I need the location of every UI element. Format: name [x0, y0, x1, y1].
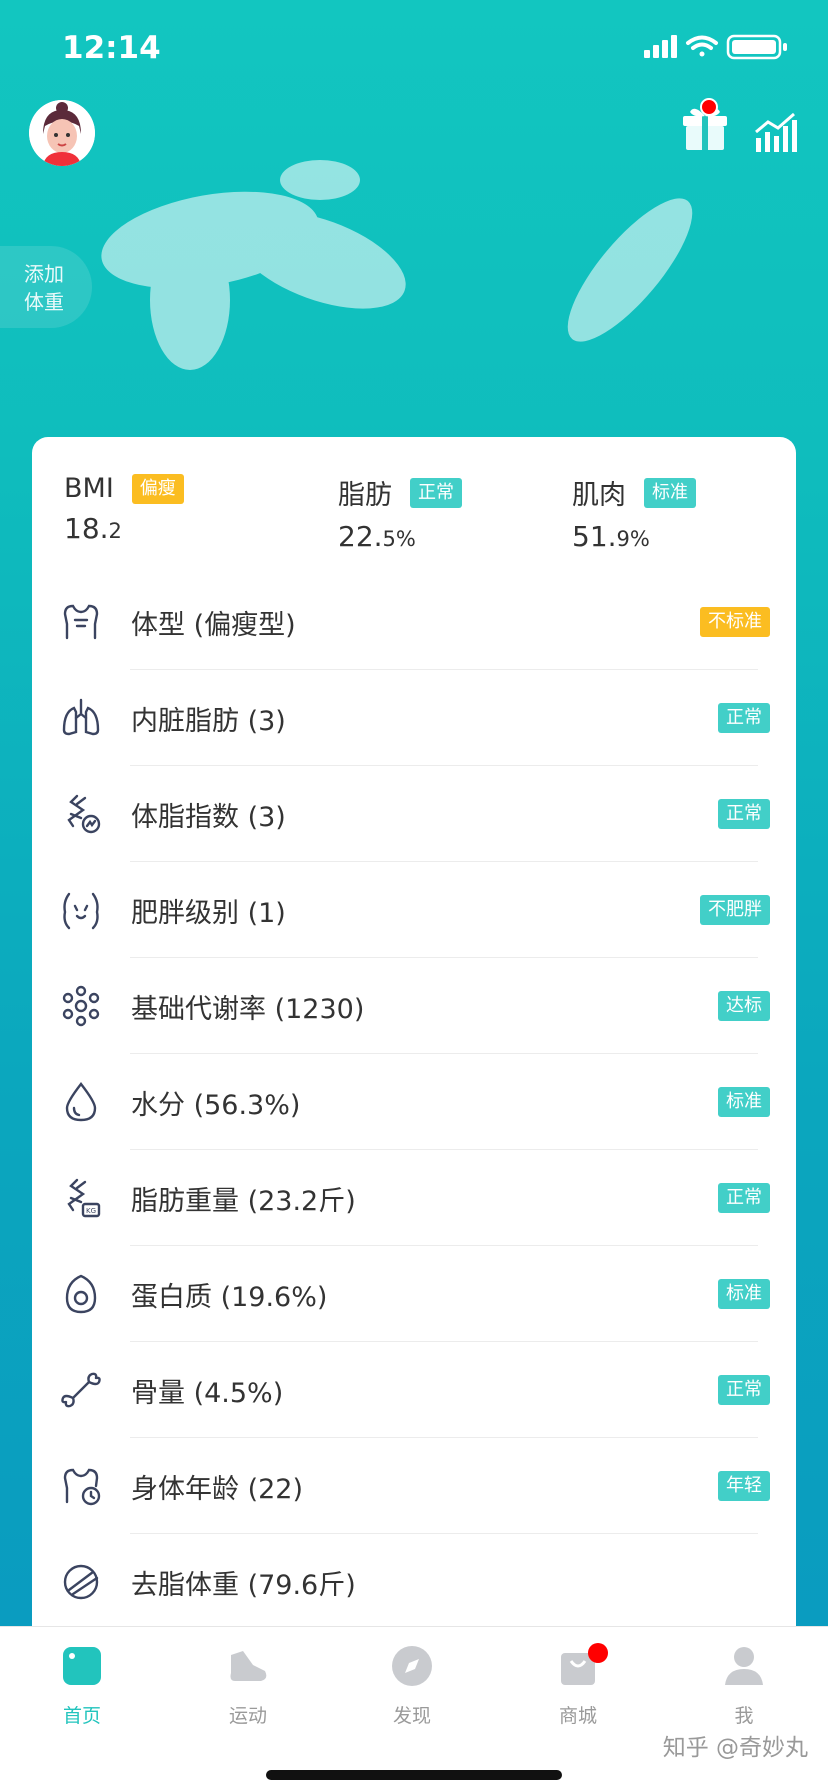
metric-tag: 正常 — [410, 477, 462, 508]
row-label: 肥胖级别 (1) — [131, 897, 286, 929]
list-item[interactable]: KG 脂肪重量 (23.2斤) 正常 — [32, 1150, 796, 1246]
list-item[interactable]: 去脂体重 (79.6斤) — [32, 1534, 796, 1630]
status-time: 12:14 — [62, 30, 161, 66]
trend-chart-icon[interactable] — [754, 112, 798, 158]
body-fat-index-icon — [67, 794, 101, 834]
row-label: 基础代谢率 (1230) — [131, 993, 365, 1025]
add-weight-button[interactable]: 添加 体重 — [0, 246, 92, 328]
tab-sport[interactable]: 运动 — [188, 1645, 308, 1728]
obesity-level-icon — [63, 892, 99, 930]
body-metrics-card: BMI 偏瘦 18.2 脂肪 正常 22.5% 肌肉 标准 51.9% 体型 (… — [32, 437, 796, 1637]
body-shape-icon — [63, 604, 99, 640]
row-label: 脂肪重量 (23.2斤) — [131, 1185, 356, 1217]
status-bar: 12:14 — [0, 0, 828, 100]
shoe-icon — [230, 1651, 267, 1681]
metric-value: 18.2 — [64, 512, 122, 545]
home-icon — [63, 1647, 101, 1685]
status-badge: 不肥胖 — [700, 895, 770, 925]
row-label: 去脂体重 (79.6斤) — [131, 1569, 356, 1601]
list-item[interactable]: 体脂指数 (3) 正常 — [32, 766, 796, 862]
compass-icon — [392, 1646, 432, 1686]
home-indicator[interactable] — [266, 1770, 562, 1780]
list-item[interactable]: 内脏脂肪 (3) 正常 — [32, 670, 796, 766]
tab-me[interactable]: 我 — [684, 1645, 804, 1728]
add-weight-label-2: 体重 — [24, 290, 64, 314]
body-age-icon — [63, 1468, 101, 1506]
list-item[interactable]: 水分 (56.3%) 标准 — [32, 1054, 796, 1150]
add-weight-label-1: 添加 — [24, 262, 64, 286]
metric-muscle[interactable]: 肌肉 标准 51.9% — [572, 473, 696, 553]
tab-label: 我 — [734, 1705, 754, 1727]
status-badge: 标准 — [718, 1279, 770, 1309]
tab-shop[interactable]: 商城 — [518, 1643, 638, 1728]
list-item[interactable]: 体型 (偏瘦型) 不标准 — [32, 574, 796, 670]
tab-label: 商城 — [558, 1705, 597, 1727]
status-badge: 正常 — [718, 703, 770, 733]
metric-name: 脂肪 — [338, 480, 392, 511]
row-label: 内脏脂肪 (3) — [131, 705, 286, 737]
status-badge: 不标准 — [700, 607, 770, 637]
indicator-list: 体型 (偏瘦型) 不标准 内脏脂肪 (3) 正常 体脂指数 (3) 正常 肥胖级… — [32, 574, 796, 1630]
metric-tag: 标准 — [644, 477, 696, 508]
bottom-tab-bar: 首页 运动 发现 商城 我 知乎 @奇妙丸 — [0, 1626, 828, 1792]
avatar[interactable] — [29, 100, 95, 166]
status-badge: 标准 — [718, 1087, 770, 1117]
protein-egg-icon — [65, 1274, 97, 1314]
signal-icon — [644, 35, 677, 58]
status-badge: 正常 — [718, 1183, 770, 1213]
metric-tag: 偏瘦 — [131, 473, 184, 504]
metric-bmi[interactable]: BMI 偏瘦 18.2 — [64, 473, 184, 545]
fat-weight-icon: KG — [67, 1178, 101, 1218]
list-item[interactable]: 骨量 (4.5%) 正常 — [32, 1342, 796, 1438]
status-badge: 年轻 — [718, 1471, 770, 1501]
brush-decoration — [101, 160, 693, 370]
tab-label: 发现 — [392, 1705, 431, 1727]
wifi-icon — [686, 35, 718, 57]
row-label: 身体年龄 (22) — [131, 1473, 304, 1505]
list-item[interactable]: 肥胖级别 (1) 不肥胖 — [32, 862, 796, 958]
svg-text:KG: KG — [86, 1207, 96, 1215]
tab-label: 首页 — [62, 1705, 101, 1727]
bone-icon — [61, 1372, 101, 1408]
lungs-icon — [62, 698, 100, 736]
row-label: 蛋白质 (19.6%) — [131, 1281, 328, 1313]
row-label: 水分 (56.3%) — [131, 1089, 301, 1121]
metric-fat[interactable]: 脂肪 正常 22.5% — [338, 473, 462, 553]
row-label: 体型 (偏瘦型) — [131, 609, 296, 641]
lean-mass-icon — [63, 1564, 99, 1600]
list-item[interactable]: 身体年龄 (22) 年轻 — [32, 1438, 796, 1534]
metabolism-icon — [62, 985, 100, 1027]
battery-icon — [726, 34, 787, 60]
row-label: 体脂指数 (3) — [131, 801, 286, 833]
watermark: 知乎 @奇妙丸 — [662, 1735, 808, 1761]
status-badge: 达标 — [718, 991, 770, 1021]
status-icons — [644, 34, 794, 64]
tab-label: 运动 — [228, 1705, 267, 1727]
metric-value: 51.9% — [572, 520, 650, 553]
metric-name: 肌肉 — [572, 480, 626, 511]
shop-badge — [588, 1643, 608, 1663]
status-badge: 正常 — [718, 1375, 770, 1405]
list-item[interactable]: 基础代谢率 (1230) 达标 — [32, 958, 796, 1054]
tab-home[interactable]: 首页 — [22, 1645, 142, 1728]
list-item[interactable]: 蛋白质 (19.6%) 标准 — [32, 1246, 796, 1342]
row-label: 骨量 (4.5%) — [131, 1377, 284, 1409]
status-badge: 正常 — [718, 799, 770, 829]
metric-value: 22.5% — [338, 520, 416, 553]
person-icon — [725, 1647, 763, 1685]
gift-badge — [700, 98, 718, 116]
metric-name: BMI — [64, 473, 114, 504]
water-drop-icon — [65, 1082, 97, 1122]
tab-discover[interactable]: 发现 — [352, 1645, 472, 1728]
